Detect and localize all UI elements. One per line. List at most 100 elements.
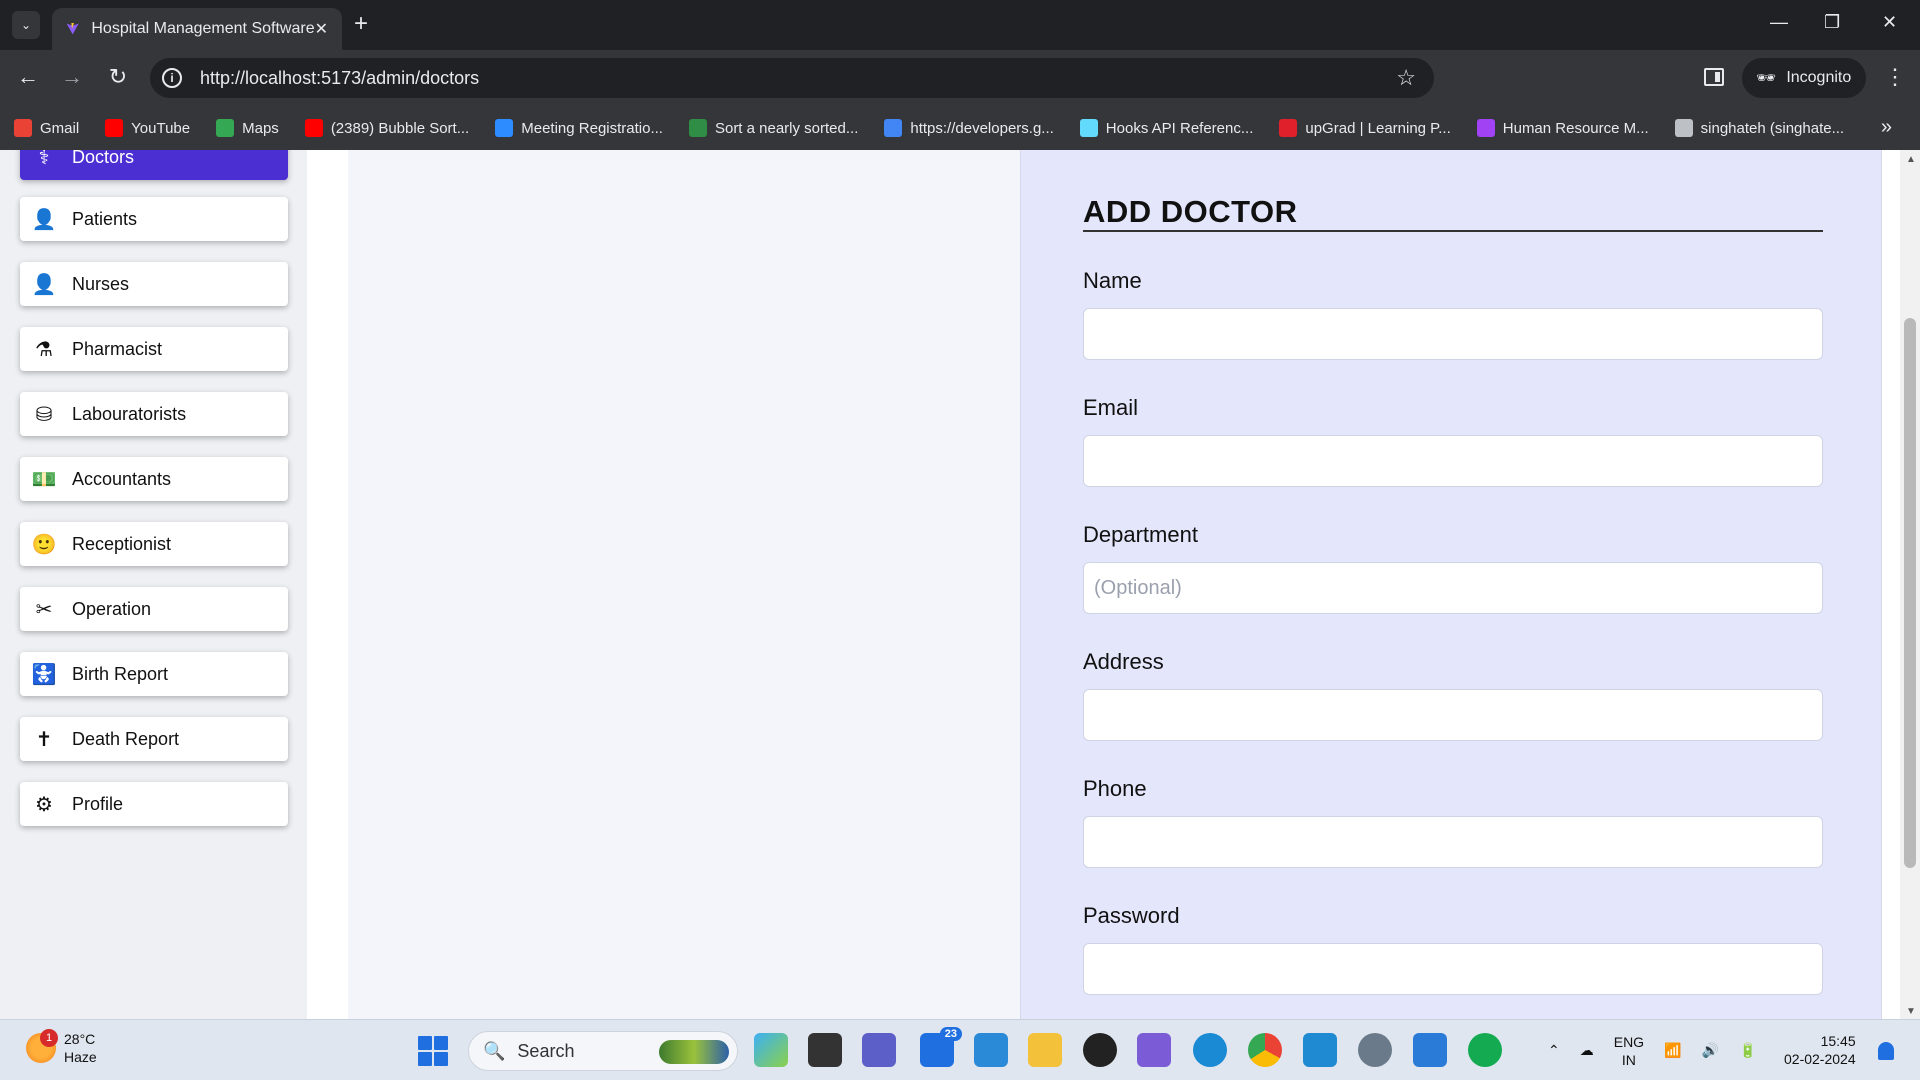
bookmark-item[interactable]: Sort a nearly sorted... [688, 119, 858, 137]
settings-icon[interactable] [1358, 1033, 1392, 1067]
task-view-icon[interactable] [808, 1033, 842, 1067]
tab-close-icon[interactable]: ✕ [315, 19, 328, 39]
scroll-down-icon[interactable]: ▼ [1906, 1006, 1916, 1017]
sidebar-item-doctors[interactable]: ⚕ Doctors [20, 150, 288, 180]
mail-badge: 23 [939, 1027, 962, 1041]
copilot-icon[interactable] [754, 1033, 788, 1067]
weather-sun-icon: 1 [26, 1029, 58, 1063]
scrollbar-thumb[interactable] [1904, 318, 1916, 868]
notification-bell-icon[interactable] [1878, 1042, 1894, 1060]
dell-icon[interactable] [1083, 1033, 1117, 1067]
chevron-up-icon[interactable]: ⌃ [1548, 1042, 1560, 1059]
sidebar-item-label: Nurses [72, 273, 130, 294]
bookmark-item[interactable]: https://developers.g... [884, 119, 1054, 137]
gfg-icon [688, 119, 707, 137]
vscode-icon[interactable] [1303, 1033, 1337, 1067]
phone-input[interactable] [1083, 816, 1823, 868]
mongodb-compass-icon[interactable] [1468, 1033, 1502, 1067]
minimize-icon[interactable]: — [1770, 12, 1788, 33]
forward-icon[interactable]: → [58, 64, 86, 90]
name-input[interactable] [1083, 308, 1823, 360]
onedrive-icon[interactable]: ☁ [1580, 1042, 1594, 1059]
remote-desktop-icon[interactable] [974, 1033, 1008, 1067]
mail-icon[interactable]: 23 [920, 1027, 962, 1067]
nurse-icon: 👤 [31, 273, 57, 296]
close-window-icon[interactable]: ✕ [1882, 12, 1897, 33]
baby-icon: 🚼 [31, 663, 57, 686]
sidebar-item-nurses[interactable]: 👤 Nurses [20, 262, 288, 306]
department-label: Department [1083, 522, 1198, 547]
taskbar-search[interactable]: 🔍 Search [468, 1031, 738, 1071]
password-input[interactable] [1083, 943, 1823, 995]
bookmark-item[interactable]: (2389) Bubble Sort... [304, 119, 469, 137]
bookmark-item[interactable]: Meeting Registratio... [495, 119, 663, 137]
address-bar[interactable]: i http://localhost:5173/admin/doctors ☆ [150, 58, 1434, 98]
sidebar-item-label: Pharmacist [72, 338, 163, 359]
browser-toolbar: ← → ↻ i http://localhost:5173/admin/doct… [0, 50, 1920, 106]
edge-icon[interactable] [1193, 1033, 1227, 1067]
notepad-icon[interactable] [1413, 1033, 1447, 1067]
reload-icon[interactable]: ↻ [104, 64, 132, 90]
weather-desc: Haze [64, 1049, 97, 1065]
browser-tab[interactable]: Hospital Management Software ✕ [52, 8, 342, 50]
site-info-icon[interactable]: i [162, 68, 182, 88]
teams-chat-icon[interactable] [862, 1033, 896, 1067]
sidebar-item-accountants[interactable]: 💵 Accountants [20, 457, 288, 501]
sidebar-item-label: Doctors [72, 150, 135, 167]
google-icon [884, 119, 903, 137]
clock[interactable]: 15:45 02-02-2024 [1784, 1032, 1856, 1068]
search-icon: 🔍 [483, 1040, 506, 1061]
bookmark-item[interactable]: upGrad | Learning P... [1279, 119, 1451, 137]
form-title: ADD DOCTOR [1083, 194, 1298, 229]
sidebar-item-receptionist[interactable]: 🙂 Receptionist [20, 522, 288, 566]
browser-tabstrip: ⌄ Hospital Management Software ✕ + — ❐ ✕ [0, 0, 1920, 50]
sidebar-item-pharmacist[interactable]: ⚗ Pharmacist [20, 327, 288, 371]
react-icon [1079, 119, 1098, 137]
back-icon[interactable]: ← [14, 64, 42, 90]
sidebar-item-label: Labouratorists [72, 403, 187, 424]
tab-search-button[interactable]: ⌄ [12, 11, 40, 39]
email-input[interactable] [1083, 435, 1823, 487]
address-input[interactable] [1083, 689, 1823, 741]
sidebar-item-operation[interactable]: ✂ Operation [20, 587, 288, 631]
side-panel-icon[interactable] [1704, 68, 1724, 86]
bookmark-item[interactable]: Maps [216, 119, 279, 137]
new-tab-button[interactable]: + [354, 12, 368, 36]
tab-title: Hospital Management Software [91, 20, 315, 37]
page-viewport: ⚕ Doctors 👤 Patients 👤 Nurses ⚗ Pharmaci… [0, 150, 1920, 1019]
link-icon [1476, 119, 1495, 137]
start-button[interactable] [418, 1036, 448, 1066]
name-label: Name [1083, 268, 1142, 293]
bookmarks-overflow-icon[interactable]: » [1881, 116, 1892, 139]
bookmark-item[interactable]: singhateh (singhate... [1674, 119, 1844, 137]
volume-icon[interactable]: 🔊 [1702, 1042, 1719, 1059]
scroll-up-icon[interactable]: ▲ [1906, 154, 1916, 165]
sidebar-item-death-report[interactable]: ✝ Death Report [20, 717, 288, 761]
department-input[interactable] [1083, 562, 1823, 614]
language-indicator[interactable]: ENG IN [1614, 1033, 1644, 1069]
battery-icon[interactable]: 🔋 [1739, 1042, 1756, 1059]
taskbar: 1 28°C Haze 🔍 Search 23 ⌃ ☁ ENG IN 📶 🔊 � [0, 1019, 1920, 1080]
weather-widget[interactable]: 1 28°C Haze [26, 1029, 97, 1066]
bookmark-star-icon[interactable]: ☆ [1396, 65, 1416, 91]
sidebar-item-profile[interactable]: ⚙ Profile [20, 782, 288, 826]
bookmark-item[interactable]: Human Resource M... [1476, 119, 1649, 137]
incognito-indicator[interactable]: 🕶 Incognito [1742, 58, 1866, 98]
github-icon [1674, 119, 1693, 137]
page-scrollbar[interactable]: ▲ ▼ [1900, 150, 1920, 1019]
restore-icon[interactable]: ❐ [1824, 12, 1840, 33]
title-divider [1083, 230, 1823, 232]
sidebar-item-labouratorists[interactable]: ⛁ Labouratorists [20, 392, 288, 436]
m365-icon[interactable] [1137, 1033, 1171, 1067]
sidebar-item-birth-report[interactable]: 🚼 Birth Report [20, 652, 288, 696]
browser-menu-icon[interactable]: ⋮ [1884, 64, 1906, 90]
chrome-icon[interactable] [1248, 1033, 1282, 1067]
bookmark-item[interactable]: YouTube [105, 119, 190, 137]
sidebar-item-patients[interactable]: 👤 Patients [20, 197, 288, 241]
wifi-icon[interactable]: 📶 [1664, 1042, 1681, 1059]
bookmark-item[interactable]: Gmail [14, 119, 79, 137]
bookmark-item[interactable]: Hooks API Referenc... [1079, 119, 1253, 137]
pharmacist-icon: ⚗ [35, 338, 53, 361]
url-text[interactable]: http://localhost:5173/admin/doctors [200, 68, 479, 89]
file-explorer-icon[interactable] [1028, 1033, 1062, 1067]
